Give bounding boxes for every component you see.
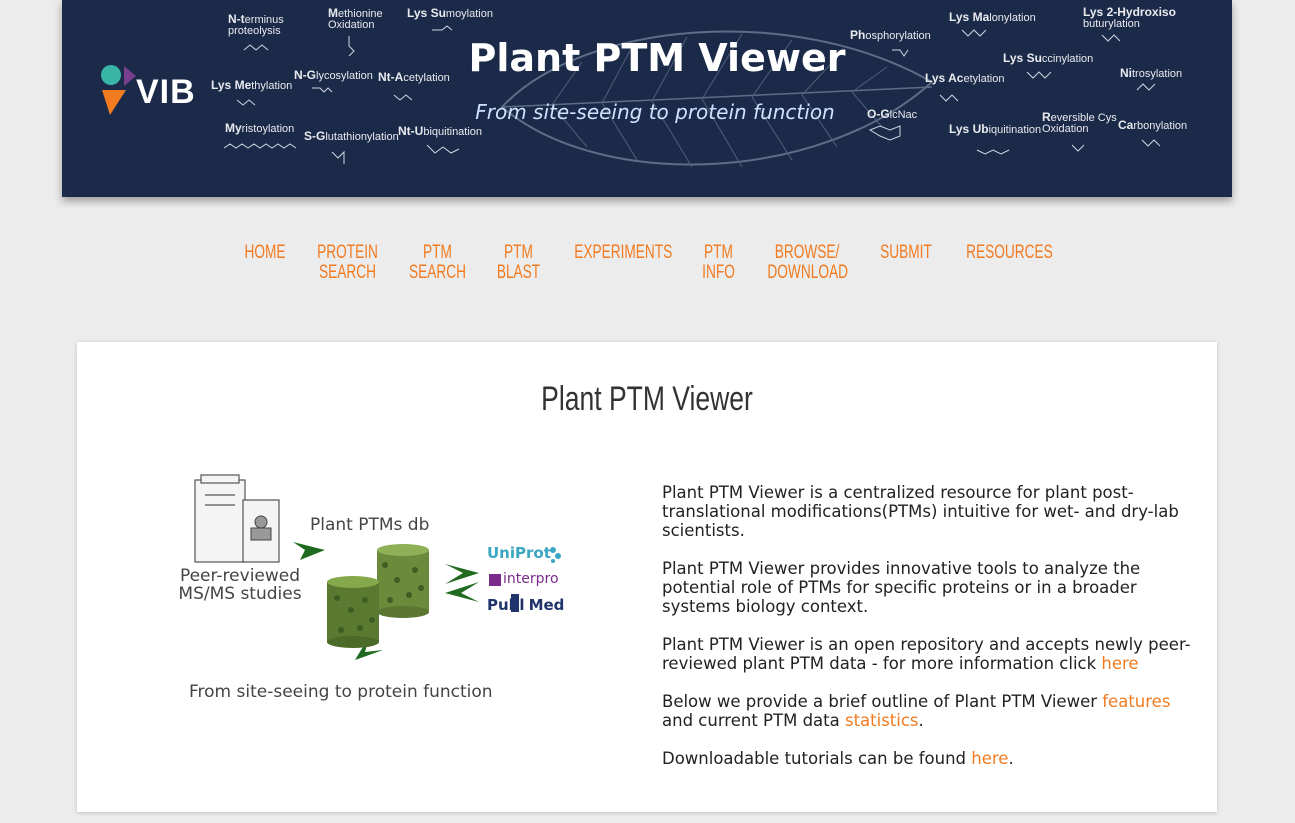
nav-ptm-search[interactable]: PTM SEARCH <box>407 243 468 283</box>
header-banner: VIB Plant PTM Viewer From site-seeing to… <box>62 0 1232 197</box>
submit-info-link[interactable]: here <box>1101 654 1138 673</box>
db-label: Plant PTMs db <box>310 515 430 535</box>
nav-submit[interactable]: SUBMIT <box>877 243 935 263</box>
nav-protein-search[interactable]: PROTEIN SEARCH <box>317 243 378 283</box>
intro-description: Plant PTM Viewer is a centralized resour… <box>662 483 1192 787</box>
statistics-link[interactable]: statistics <box>845 711 919 730</box>
intro-paragraph-3: Plant PTM Viewer is an open repository a… <box>662 635 1191 673</box>
studies-label: Peer-reviewed MS/MS studies <box>178 566 302 604</box>
interpro-logo: interpro <box>503 571 559 587</box>
nav-resources[interactable]: RESOURCES <box>966 243 1053 263</box>
figure-caption: From site-seeing to protein function <box>189 682 493 702</box>
features-link[interactable]: features <box>1102 692 1170 711</box>
intro-card: Plant PTM Viewer Plant PTMs db Peer-revi… <box>77 342 1217 812</box>
molecule-sketches-icon <box>223 25 1161 164</box>
intro-paragraph-2: Plant PTM Viewer provides innovative too… <box>662 559 1141 616</box>
page-title: Plant PTM Viewer <box>541 380 753 418</box>
nav-experiments[interactable]: EXPERIMENTS <box>574 243 672 263</box>
uniprot-logo: UniProt <box>487 544 551 562</box>
nav-home[interactable]: HOME <box>240 243 290 263</box>
intro-paragraph-1: Plant PTM Viewer is a centralized resour… <box>662 483 1179 540</box>
tutorials-link[interactable]: here <box>971 749 1008 768</box>
overview-figure: Plant PTMs db Peer-reviewed MS/MS studies… <box>165 470 585 710</box>
main-navigation: HOME PROTEIN SEARCH PTM SEARCH PTM BLAST EX… <box>0 243 1295 303</box>
nav-ptm-info[interactable]: PTM INFO <box>695 243 742 283</box>
intro-paragraph-4: Below we provide a brief outline of Plan… <box>662 692 1171 730</box>
pubmed-logo: Publ Med <box>487 596 565 614</box>
nav-browse-download[interactable]: BROWSE/DOWNLOAD <box>767 243 848 283</box>
nav-ptm-blast[interactable]: PTM BLAST <box>492 243 546 283</box>
intro-paragraph-5: Downloadable tutorials can be found here… <box>662 749 1014 768</box>
